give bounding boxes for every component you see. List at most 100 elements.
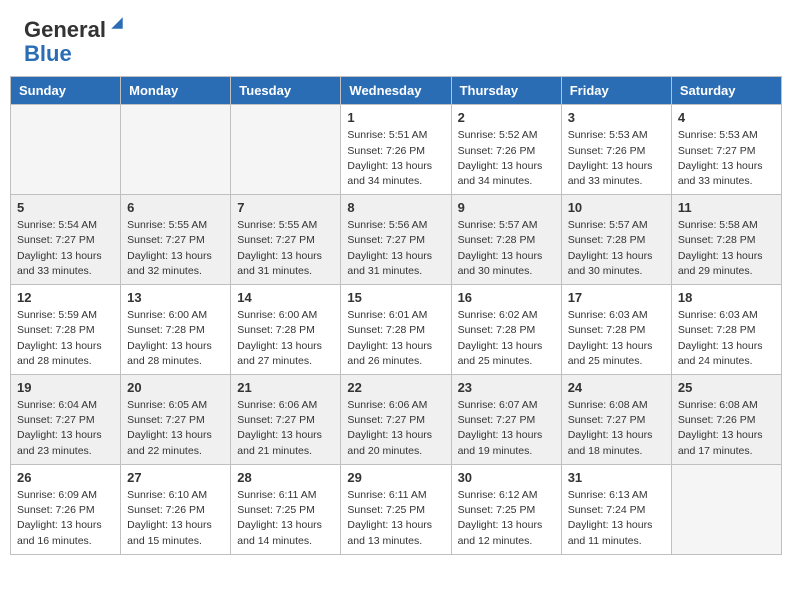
calendar-cell: 1 Sunrise: 5:51 AM Sunset: 7:26 PM Daylig… [341, 105, 451, 195]
day-info: Sunrise: 6:03 AM Sunset: 7:28 PM Dayligh… [678, 308, 775, 369]
day-number: 17 [568, 290, 665, 305]
logo: GeneralBlue [24, 18, 126, 66]
calendar-cell: 25 Sunrise: 6:08 AM Sunset: 7:26 PM Dayli… [671, 375, 781, 465]
day-number: 3 [568, 110, 665, 125]
day-info: Sunrise: 5:53 AM Sunset: 7:27 PM Dayligh… [678, 128, 775, 189]
logo-general-text: General [24, 17, 106, 42]
calendar-cell: 12 Sunrise: 5:59 AM Sunset: 7:28 PM Dayli… [11, 285, 121, 375]
day-number: 13 [127, 290, 224, 305]
calendar-cell: 16Sunrise: 6:02 AM Sunset: 7:28 PM Dayli… [451, 285, 561, 375]
calendar-cell: 4 Sunrise: 5:53 AM Sunset: 7:27 PM Daylig… [671, 105, 781, 195]
day-info: Sunrise: 6:03 AM Sunset: 7:28 PM Dayligh… [568, 308, 665, 369]
day-info: Sunrise: 6:12 AM Sunset: 7:25 PM Dayligh… [458, 488, 555, 549]
day-info: Sunrise: 5:53 AM Sunset: 7:26 PM Dayligh… [568, 128, 665, 189]
calendar-cell: 23 Sunrise: 6:07 AM Sunset: 7:27 PM Dayli… [451, 375, 561, 465]
day-number: 11 [678, 200, 775, 215]
calendar-cell [121, 105, 231, 195]
calendar-cell: 24 Sunrise: 6:08 AM Sunset: 7:27 PM Dayli… [561, 375, 671, 465]
calendar-cell: 7 Sunrise: 5:55 AM Sunset: 7:27 PM Daylig… [231, 195, 341, 285]
calendar-cell: 8 Sunrise: 5:56 AM Sunset: 7:27 PM Daylig… [341, 195, 451, 285]
day-number: 8 [347, 200, 444, 215]
day-header-wednesday: Wednesday [341, 77, 451, 105]
calendar-cell: 5Sunrise: 5:54 AM Sunset: 7:27 PM Daylig… [11, 195, 121, 285]
day-info: Sunrise: 6:04 AM Sunset: 7:27 PM Dayligh… [17, 398, 114, 459]
day-number: 21 [237, 380, 334, 395]
calendar-cell: 30 Sunrise: 6:12 AM Sunset: 7:25 PM Dayli… [451, 464, 561, 554]
day-info: Sunrise: 5:58 AM Sunset: 7:28 PM Dayligh… [678, 218, 775, 279]
calendar-cell: 13 Sunrise: 6:00 AM Sunset: 7:28 PM Dayli… [121, 285, 231, 375]
day-number: 1 [347, 110, 444, 125]
day-number: 25 [678, 380, 775, 395]
day-number: 10 [568, 200, 665, 215]
day-number: 31 [568, 470, 665, 485]
calendar-cell: 31Sunrise: 6:13 AM Sunset: 7:24 PM Dayli… [561, 464, 671, 554]
day-number: 12 [17, 290, 114, 305]
calendar-cell: 2Sunrise: 5:52 AM Sunset: 7:26 PM Daylig… [451, 105, 561, 195]
day-number: 28 [237, 470, 334, 485]
day-info: Sunrise: 6:08 AM Sunset: 7:27 PM Dayligh… [568, 398, 665, 459]
day-info: Sunrise: 5:51 AM Sunset: 7:26 PM Dayligh… [347, 128, 444, 189]
day-number: 2 [458, 110, 555, 125]
day-number: 27 [127, 470, 224, 485]
day-info: Sunrise: 6:01 AM Sunset: 7:28 PM Dayligh… [347, 308, 444, 369]
day-header-monday: Monday [121, 77, 231, 105]
calendar-cell: 15 Sunrise: 6:01 AM Sunset: 7:28 PM Dayli… [341, 285, 451, 375]
day-number: 20 [127, 380, 224, 395]
day-info: Sunrise: 6:08 AM Sunset: 7:26 PM Dayligh… [678, 398, 775, 459]
day-info: Sunrise: 5:54 AM Sunset: 7:27 PM Dayligh… [17, 218, 114, 279]
logo-icon [108, 14, 126, 32]
day-info: Sunrise: 5:59 AM Sunset: 7:28 PM Dayligh… [17, 308, 114, 369]
day-number: 24 [568, 380, 665, 395]
day-info: Sunrise: 5:55 AM Sunset: 7:27 PM Dayligh… [237, 218, 334, 279]
day-number: 29 [347, 470, 444, 485]
day-number: 23 [458, 380, 555, 395]
day-number: 4 [678, 110, 775, 125]
calendar: SundayMondayTuesdayWednesdayThursdayFrid… [10, 76, 782, 554]
calendar-cell: 14 Sunrise: 6:00 AM Sunset: 7:28 PM Dayli… [231, 285, 341, 375]
calendar-cell [231, 105, 341, 195]
logo-blue-text: Blue [24, 41, 72, 66]
day-header-thursday: Thursday [451, 77, 561, 105]
day-info: Sunrise: 5:57 AM Sunset: 7:28 PM Dayligh… [458, 218, 555, 279]
calendar-week-row: 12 Sunrise: 5:59 AM Sunset: 7:28 PM Dayli… [11, 285, 782, 375]
calendar-cell: 28 Sunrise: 6:11 AM Sunset: 7:25 PM Dayli… [231, 464, 341, 554]
calendar-week-row: 1 Sunrise: 5:51 AM Sunset: 7:26 PM Daylig… [11, 105, 782, 195]
day-number: 7 [237, 200, 334, 215]
day-number: 22 [347, 380, 444, 395]
day-header-sunday: Sunday [11, 77, 121, 105]
day-number: 30 [458, 470, 555, 485]
day-number: 15 [347, 290, 444, 305]
day-number: 14 [237, 290, 334, 305]
day-info: Sunrise: 6:06 AM Sunset: 7:27 PM Dayligh… [237, 398, 334, 459]
day-info: Sunrise: 6:11 AM Sunset: 7:25 PM Dayligh… [237, 488, 334, 549]
day-number: 26 [17, 470, 114, 485]
calendar-cell: 18Sunrise: 6:03 AM Sunset: 7:28 PM Dayli… [671, 285, 781, 375]
calendar-cell: 20Sunrise: 6:05 AM Sunset: 7:27 PM Dayli… [121, 375, 231, 465]
calendar-week-row: 26Sunrise: 6:09 AM Sunset: 7:26 PM Dayli… [11, 464, 782, 554]
day-info: Sunrise: 5:56 AM Sunset: 7:27 PM Dayligh… [347, 218, 444, 279]
day-number: 9 [458, 200, 555, 215]
calendar-cell [671, 464, 781, 554]
calendar-week-row: 5Sunrise: 5:54 AM Sunset: 7:27 PM Daylig… [11, 195, 782, 285]
day-info: Sunrise: 6:07 AM Sunset: 7:27 PM Dayligh… [458, 398, 555, 459]
day-info: Sunrise: 6:06 AM Sunset: 7:27 PM Dayligh… [347, 398, 444, 459]
calendar-cell: 10Sunrise: 5:57 AM Sunset: 7:28 PM Dayli… [561, 195, 671, 285]
day-info: Sunrise: 6:11 AM Sunset: 7:25 PM Dayligh… [347, 488, 444, 549]
calendar-header-row: SundayMondayTuesdayWednesdayThursdayFrid… [11, 77, 782, 105]
day-info: Sunrise: 5:55 AM Sunset: 7:27 PM Dayligh… [127, 218, 224, 279]
day-number: 6 [127, 200, 224, 215]
day-header-friday: Friday [561, 77, 671, 105]
day-header-saturday: Saturday [671, 77, 781, 105]
header: GeneralBlue [0, 0, 792, 76]
calendar-cell: 19Sunrise: 6:04 AM Sunset: 7:27 PM Dayli… [11, 375, 121, 465]
calendar-cell: 17 Sunrise: 6:03 AM Sunset: 7:28 PM Dayli… [561, 285, 671, 375]
calendar-cell: 21 Sunrise: 6:06 AM Sunset: 7:27 PM Dayli… [231, 375, 341, 465]
day-header-tuesday: Tuesday [231, 77, 341, 105]
day-info: Sunrise: 6:00 AM Sunset: 7:28 PM Dayligh… [127, 308, 224, 369]
calendar-week-row: 19Sunrise: 6:04 AM Sunset: 7:27 PM Dayli… [11, 375, 782, 465]
day-info: Sunrise: 6:00 AM Sunset: 7:28 PM Dayligh… [237, 308, 334, 369]
calendar-cell: 3 Sunrise: 5:53 AM Sunset: 7:26 PM Daylig… [561, 105, 671, 195]
day-info: Sunrise: 6:10 AM Sunset: 7:26 PM Dayligh… [127, 488, 224, 549]
calendar-cell: 6 Sunrise: 5:55 AM Sunset: 7:27 PM Daylig… [121, 195, 231, 285]
calendar-cell [11, 105, 121, 195]
